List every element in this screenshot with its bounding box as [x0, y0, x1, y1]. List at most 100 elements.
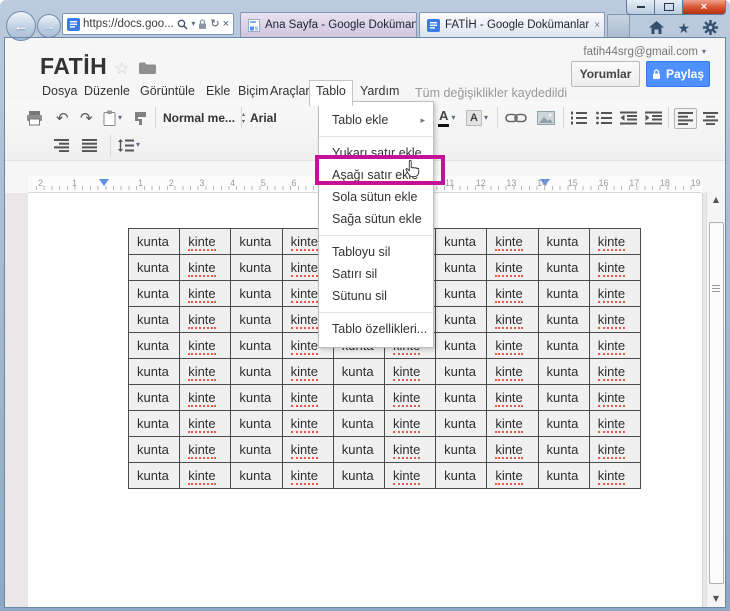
stop-icon[interactable]: × [223, 18, 229, 30]
table-cell[interactable]: kunta [127, 332, 181, 359]
menu-item-sola-sütun-ekle[interactable]: Sola sütun ekle [319, 186, 433, 208]
table-cell[interactable]: kinte [588, 462, 642, 489]
table-cell[interactable]: kunta [435, 254, 488, 281]
table-cell[interactable]: kunta [127, 384, 181, 411]
back-button[interactable]: ← [6, 11, 36, 41]
table-cell[interactable]: kinte [486, 306, 539, 333]
table-cell[interactable]: kunta [127, 410, 181, 437]
table-cell[interactable]: kinte [486, 228, 539, 255]
table-cell[interactable]: kunta [127, 436, 181, 463]
table-cell[interactable]: kinte [383, 384, 437, 411]
tab-ana-sayfa[interactable]: Ana Sayfa - Google Dokümanlar [240, 12, 417, 37]
table-cell[interactable]: kinte [588, 332, 642, 359]
menubar-item-yardım[interactable]: Yardım [360, 84, 399, 98]
search-icon[interactable] [177, 19, 188, 30]
table-cell[interactable]: kinte [383, 410, 437, 437]
table-cell[interactable]: kinte [588, 228, 642, 255]
table-cell[interactable]: kunta [537, 384, 590, 411]
table-cell[interactable]: kinte [486, 332, 539, 359]
vertical-scrollbar[interactable]: ▲ ▼ [706, 192, 725, 608]
table-cell[interactable]: kinte [179, 254, 232, 281]
table-cell[interactable]: kunta [537, 436, 590, 463]
insert-image-button[interactable] [537, 104, 555, 132]
maximize-button[interactable] [655, 0, 683, 15]
text-color-button[interactable]: A ▾ [438, 104, 455, 132]
menubar-item-biçim[interactable]: Biçim [238, 84, 269, 98]
table-cell[interactable]: kinte [588, 436, 642, 463]
undo-button[interactable]: ↶ [56, 104, 69, 132]
line-spacing-button[interactable]: ▾ [118, 133, 140, 157]
align-center-button[interactable] [703, 104, 718, 132]
table-cell[interactable]: kunta [127, 228, 181, 255]
table-cell[interactable]: kinte [588, 254, 642, 281]
menu-item-sütunu-sil[interactable]: Sütunu sil [319, 285, 433, 307]
table-cell[interactable]: kinte [486, 254, 539, 281]
table-cell[interactable]: kunta [537, 254, 590, 281]
menubar-item-ekle[interactable]: Ekle [206, 84, 230, 98]
search-caret-icon[interactable]: ▾ [191, 20, 195, 28]
table-cell[interactable]: kinte [588, 384, 642, 411]
tab-close-icon[interactable]: × [594, 20, 600, 31]
table-cell[interactable]: kinte [486, 280, 539, 307]
redo-button[interactable]: ↷ [80, 104, 93, 132]
table-cell[interactable]: kunta [127, 254, 181, 281]
table-cell[interactable]: kinte [281, 410, 334, 437]
table-cell[interactable]: kunta [537, 462, 590, 489]
left-indent-marker[interactable] [99, 179, 109, 186]
table-cell[interactable]: kinte [383, 462, 437, 489]
table-cell[interactable]: kunta [435, 280, 488, 307]
table-cell[interactable]: kunta [435, 306, 488, 333]
table-cell[interactable]: kinte [179, 410, 232, 437]
minimize-button[interactable] [626, 0, 655, 15]
close-button[interactable]: × [683, 0, 726, 15]
menubar-item-dosya[interactable]: Dosya [42, 84, 77, 98]
table-cell[interactable]: kunta [435, 436, 488, 463]
table-cell[interactable]: kunta [435, 462, 488, 489]
table-cell[interactable]: kunta [435, 384, 488, 411]
table-cell[interactable]: kunta [230, 280, 283, 307]
table-cell[interactable]: kinte [486, 384, 539, 411]
paste-button[interactable]: ▾ [103, 104, 122, 132]
table-cell[interactable]: kunta [230, 254, 283, 281]
table-cell[interactable]: kunta [537, 306, 590, 333]
table-cell[interactable]: kunta [537, 358, 590, 385]
scroll-down-icon[interactable]: ▼ [707, 594, 725, 603]
menu-item-satırı-sil[interactable]: Satırı sil [319, 263, 433, 285]
table-cell[interactable]: kinte [588, 358, 642, 385]
table-cell[interactable]: kinte [486, 410, 539, 437]
table-cell[interactable]: kunta [332, 384, 385, 411]
table-cell[interactable]: kunta [435, 332, 488, 359]
table-cell[interactable]: kinte [588, 410, 642, 437]
table-cell[interactable]: kunta [435, 358, 488, 385]
menu-item-tablo-özellikleri-[interactable]: Tablo özellikleri... [319, 318, 433, 340]
print-button[interactable] [26, 104, 43, 132]
table-cell[interactable]: kunta [230, 358, 283, 385]
table-cell[interactable]: kunta [127, 306, 181, 333]
table-cell[interactable]: kinte [383, 358, 437, 385]
table-cell[interactable]: kunta [127, 462, 181, 489]
table-cell[interactable]: kinte [383, 436, 437, 463]
table-cell[interactable]: kinte [486, 436, 539, 463]
table-cell[interactable]: kunta [537, 410, 590, 437]
table-cell[interactable]: kinte [588, 280, 642, 307]
menubar-item-araçlar[interactable]: Araçlar [270, 84, 310, 98]
table-cell[interactable]: kunta [230, 332, 283, 359]
table-cell[interactable]: kunta [230, 306, 283, 333]
table-cell[interactable]: kunta [230, 410, 283, 437]
table-cell[interactable]: kunta [332, 436, 385, 463]
table-cell[interactable]: kunta [230, 384, 283, 411]
table-cell[interactable]: kinte [281, 358, 334, 385]
scrollbar-thumb[interactable] [709, 222, 724, 584]
increase-indent-button[interactable] [645, 104, 662, 132]
table-cell[interactable]: kunta [230, 462, 283, 489]
favorites-icon[interactable]: ★ [677, 21, 690, 35]
table-cell[interactable]: kinte [179, 436, 232, 463]
numbered-list-button[interactable] [570, 104, 587, 132]
gear-icon[interactable] [703, 20, 718, 35]
folder-icon[interactable] [139, 62, 156, 74]
table-cell[interactable]: kinte [486, 358, 539, 385]
table-cell[interactable]: kinte [486, 462, 539, 489]
url-text[interactable]: https://docs.goo... [83, 18, 174, 30]
insert-link-button[interactable] [505, 104, 527, 132]
document-title[interactable]: FATİH [40, 53, 107, 80]
